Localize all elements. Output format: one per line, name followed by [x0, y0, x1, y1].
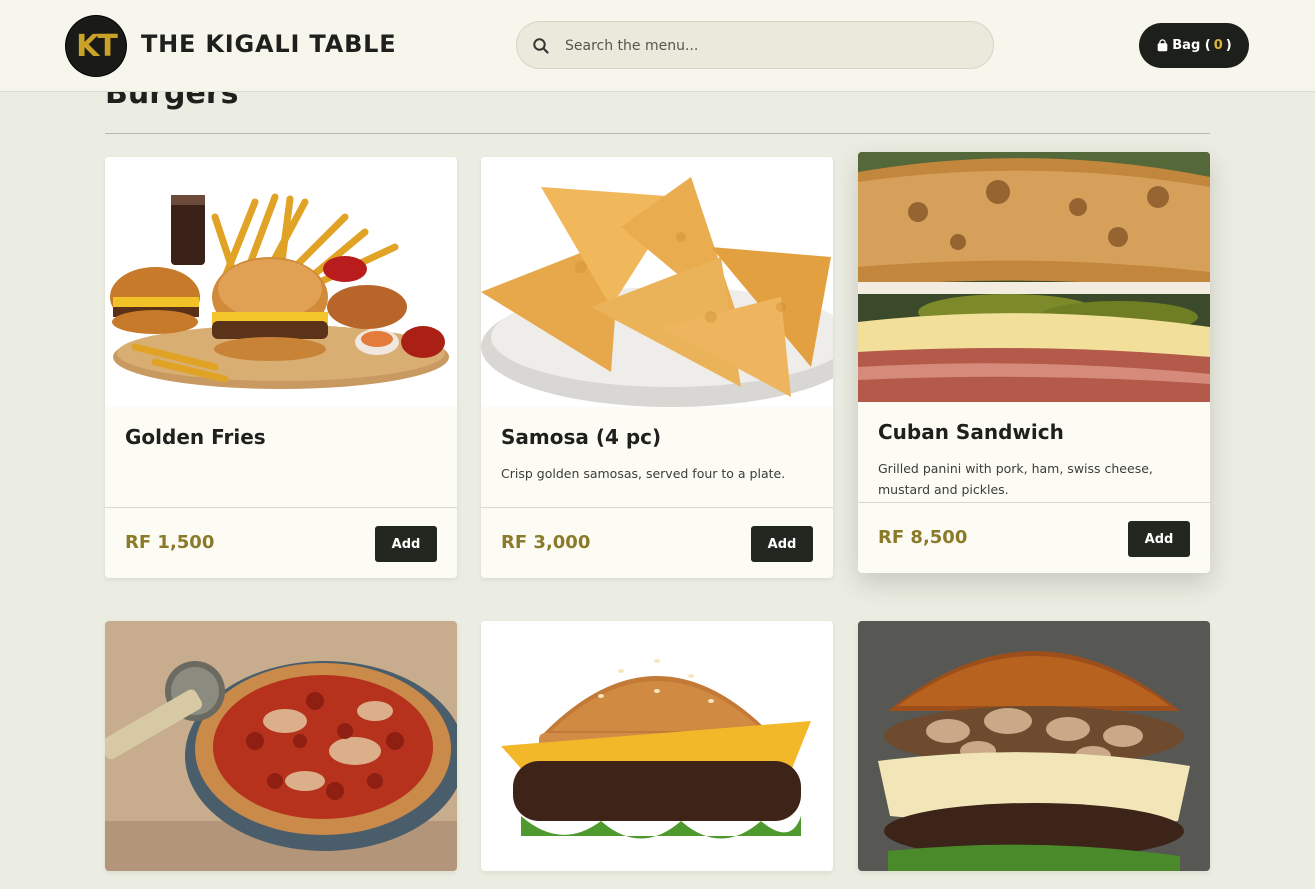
- menu-card[interactable]: Cuban Sandwich Grilled panini with pork,…: [858, 152, 1210, 573]
- add-to-bag-button[interactable]: Add: [1128, 521, 1190, 557]
- menu-item-price: RF 8,500: [878, 527, 968, 548]
- menu-item-image[interactable]: [481, 621, 833, 871]
- menu-item-image[interactable]: [481, 157, 833, 407]
- menu-item-image[interactable]: [105, 621, 457, 871]
- bag-count: 0: [1213, 38, 1223, 53]
- bag-label-close: ): [1225, 38, 1232, 53]
- menu-item-name[interactable]: Samosa (4 pc): [501, 425, 813, 449]
- menu-item-image[interactable]: [858, 152, 1210, 402]
- section-divider: [105, 133, 1210, 134]
- brand-logo[interactable]: KT: [66, 16, 126, 76]
- menu-card[interactable]: Golden Fries RF 1,500 Add: [105, 157, 457, 578]
- bag-label: Bag (: [1172, 38, 1211, 53]
- menu-card[interactable]: [858, 621, 1210, 871]
- menu-card[interactable]: Samosa (4 pc) Crisp golden samosas, serv…: [481, 157, 833, 578]
- bag-button[interactable]: Bag (0): [1139, 23, 1249, 68]
- menu-item-price: RF 1,500: [125, 532, 215, 553]
- menu-card[interactable]: [481, 621, 833, 871]
- logo-monogram: KT: [76, 28, 118, 64]
- menu-item-description: Grilled panini with pork, ham, swiss che…: [878, 461, 1153, 497]
- search-icon: [533, 38, 549, 54]
- menu-item-name[interactable]: Cuban Sandwich: [878, 420, 1190, 444]
- search-bar[interactable]: [516, 21, 994, 70]
- brand-name[interactable]: THE KIGALI TABLE: [141, 30, 396, 58]
- add-to-bag-button[interactable]: Add: [751, 526, 813, 562]
- menu-item-price: RF 3,000: [501, 532, 591, 553]
- menu-item-description: Crisp golden samosas, served four to a p…: [501, 466, 786, 481]
- top-navigation-bar: KT THE KIGALI TABLE Bag (0): [0, 0, 1315, 92]
- add-to-bag-button[interactable]: Add: [375, 526, 437, 562]
- menu-item-image[interactable]: [858, 621, 1210, 871]
- menu-card[interactable]: [105, 621, 457, 871]
- search-input[interactable]: [563, 22, 987, 70]
- shopping-bag-icon: [1157, 39, 1168, 52]
- menu-item-name[interactable]: Golden Fries: [125, 425, 437, 449]
- menu-item-image[interactable]: [105, 157, 457, 407]
